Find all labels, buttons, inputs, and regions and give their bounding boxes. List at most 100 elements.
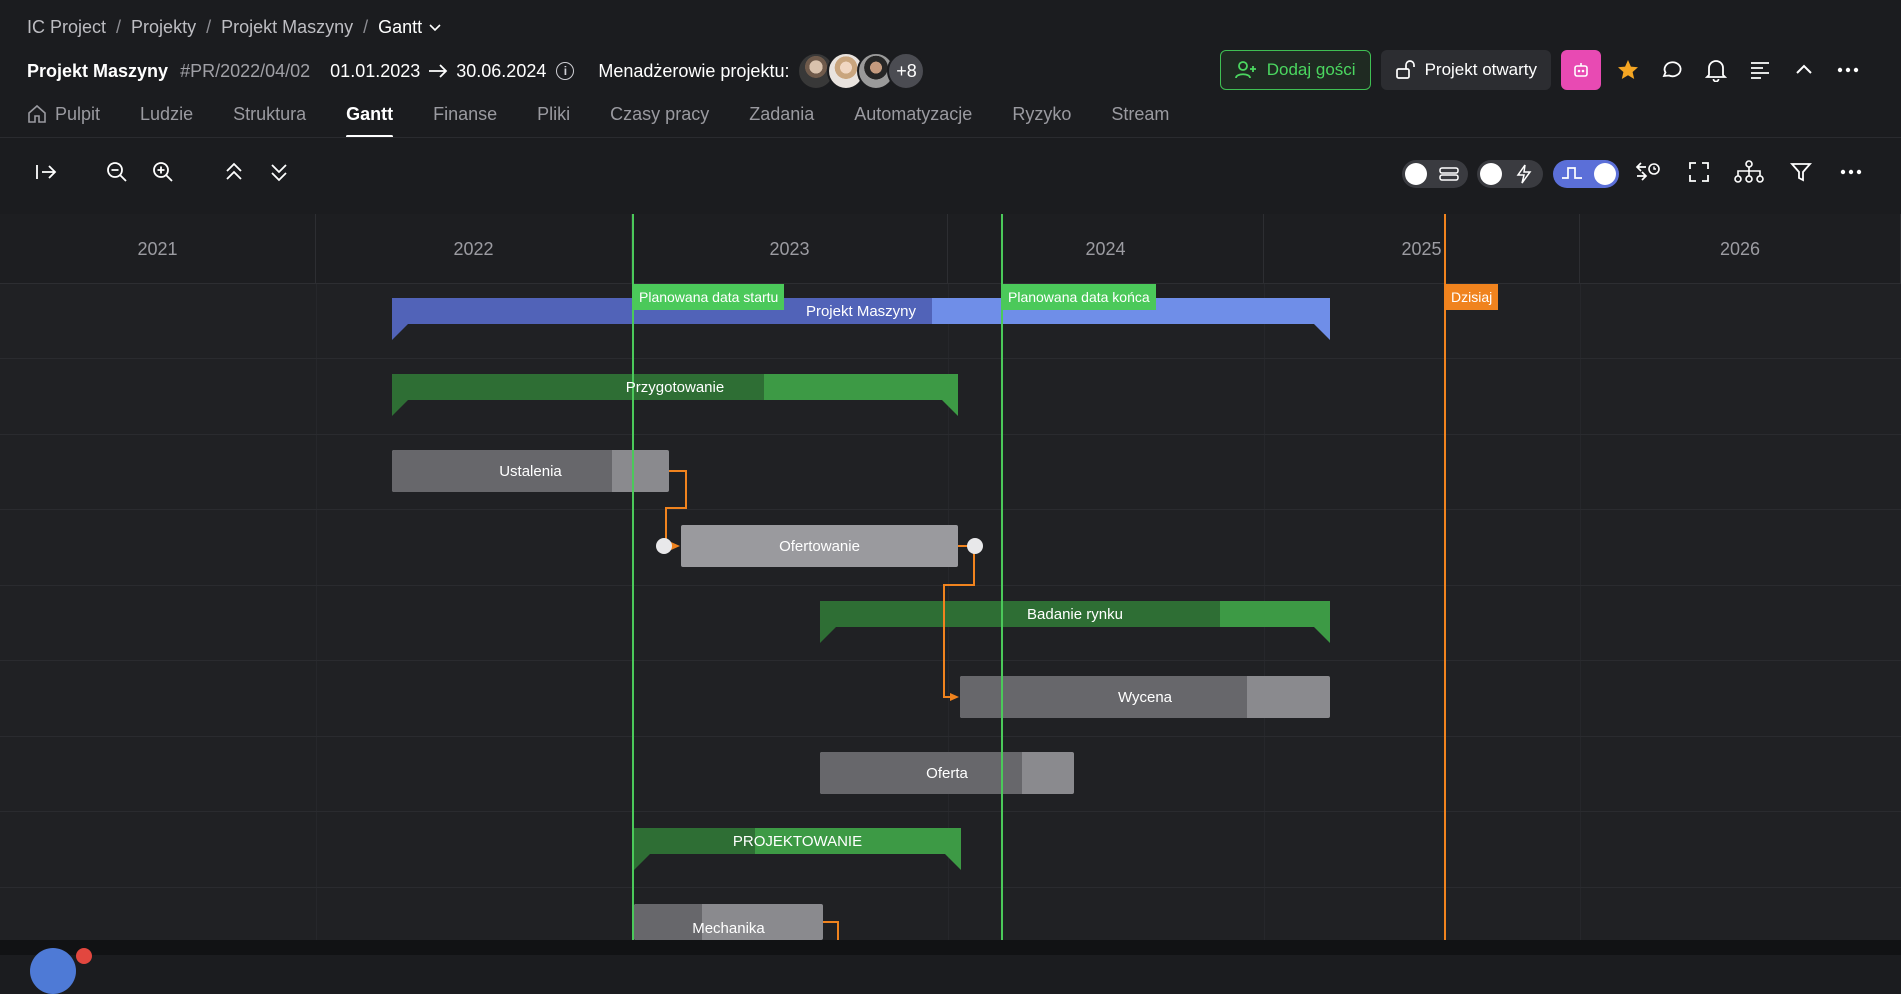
home-icon — [28, 104, 46, 123]
breadcrumb-current-view[interactable]: Gantt — [378, 17, 442, 38]
breadcrumb-projects[interactable]: Projekty — [131, 17, 196, 38]
align-left-icon — [1751, 62, 1769, 79]
chevron-down-icon — [429, 23, 441, 31]
project-end-date: 30.06.2024 — [456, 60, 547, 81]
breadcrumb-separator: / — [363, 17, 369, 37]
header-actions: Dodaj gości Projekt otwarty — [1219, 50, 1865, 90]
zoom-in-icon — [153, 162, 173, 182]
more-horizontal-icon — [1837, 67, 1859, 73]
bar-label: Oferta — [926, 764, 968, 782]
zoom-out-icon — [107, 162, 127, 182]
comments-button[interactable] — [1655, 53, 1689, 87]
tab-label: Zadania — [749, 104, 815, 124]
project-open-label: Projekt otwarty — [1424, 60, 1537, 79]
dependency-links — [665, 470, 975, 940]
history-button[interactable] — [1630, 150, 1666, 194]
tab-label: Czasy pracy — [610, 104, 710, 124]
add-guests-button[interactable]: Dodaj gości — [1219, 50, 1371, 90]
more-managers-badge[interactable]: +8 — [887, 52, 926, 90]
step-line-icon — [1562, 167, 1582, 179]
tab-label: Pliki — [537, 104, 571, 124]
tab-czasy-pracy[interactable]: Czasy pracy — [610, 104, 709, 138]
tab-ludzie[interactable]: Ludzie — [140, 104, 193, 138]
breadcrumb: IC Project / Projekty / Projekt Maszyny … — [27, 17, 442, 38]
filter-button[interactable] — [1783, 150, 1819, 194]
notification-dot — [76, 948, 92, 964]
planned-start-label: Planowana data startu — [633, 284, 785, 310]
tab-label: Gantt — [346, 104, 394, 124]
expand-panel-button[interactable] — [28, 150, 64, 194]
breadcrumb-separator: / — [116, 17, 122, 37]
zoom-out-button[interactable] — [99, 150, 135, 194]
fullscreen-icon — [1689, 162, 1709, 182]
lightning-icon — [1516, 164, 1532, 184]
bar-label: PROJEKTOWANIE — [732, 832, 863, 850]
project-dates: 01.01.2023 30.06.2024 — [330, 61, 546, 82]
tab-label: Ryzyko — [1012, 104, 1072, 124]
critical-path-toggle[interactable] — [1477, 160, 1543, 188]
tab-zadania[interactable]: Zadania — [749, 104, 814, 138]
planned-end-label: Planowana data końca — [1002, 284, 1156, 310]
hierarchy-button[interactable] — [1731, 150, 1767, 194]
project-name: Projekt Maszyny — [27, 60, 169, 81]
toolbar-more-button[interactable] — [1833, 150, 1869, 194]
today-label: Dzisiaj — [1445, 284, 1499, 310]
robot-icon — [1574, 63, 1588, 77]
bar-label: Ustalenia — [499, 462, 562, 480]
tab-pliki[interactable]: Pliki — [537, 104, 570, 138]
star-icon — [1618, 60, 1638, 79]
today-line — [1444, 214, 1446, 940]
chevrons-up-icon — [226, 162, 242, 180]
project-open-button[interactable]: Projekt otwarty — [1380, 50, 1551, 90]
notifications-button[interactable] — [1699, 53, 1733, 87]
header-divider — [0, 137, 1901, 138]
tab-gantt[interactable]: Gantt — [346, 104, 394, 138]
collapse-all-button[interactable] — [216, 150, 252, 194]
arrow-to-right-icon — [36, 165, 57, 179]
breadcrumb-separator: / — [206, 17, 212, 37]
bell-icon — [1705, 60, 1727, 82]
chat-bubble-icon — [1662, 61, 1682, 78]
arrow-right-icon — [429, 64, 448, 78]
more-options-button[interactable] — [1831, 53, 1865, 87]
dependency-handle[interactable] — [967, 538, 983, 554]
dependencies-toggle[interactable] — [1553, 160, 1619, 188]
tab-ryzyko[interactable]: Ryzyko — [1012, 104, 1071, 138]
gantt-chart[interactable]: 2021 2022 2023 2024 2025 2026 Projekt Ma… — [0, 214, 1901, 940]
tab-struktura[interactable]: Struktura — [233, 104, 306, 138]
details-button[interactable] — [1743, 53, 1777, 87]
bar-label: Przygotowanie — [625, 378, 725, 396]
tab-label: Ludzie — [140, 104, 194, 124]
expand-all-button[interactable] — [261, 150, 297, 194]
breadcrumb-project[interactable]: Projekt Maszyny — [221, 17, 353, 38]
unlock-icon — [1395, 60, 1415, 79]
tab-finanse[interactable]: Finanse — [433, 104, 497, 138]
zoom-in-button[interactable] — [145, 150, 181, 194]
collapse-header-button[interactable] — [1787, 53, 1821, 87]
grouping-toggle[interactable] — [1402, 160, 1468, 188]
bar-label: Wycena — [1117, 688, 1173, 706]
tab-label: Stream — [1111, 104, 1170, 124]
breadcrumb-root[interactable]: IC Project — [27, 17, 106, 38]
toggle-knob — [1405, 163, 1427, 185]
tab-automatyzacje[interactable]: Automatyzacje — [854, 104, 972, 138]
tab-pulpit[interactable]: Pulpit — [27, 104, 100, 138]
tab-label: Finanse — [433, 104, 498, 124]
managers-avatars[interactable]: +8 — [797, 52, 926, 90]
chevrons-down-icon — [271, 164, 287, 182]
chevron-up-icon — [1796, 64, 1812, 74]
info-icon[interactable]: i — [556, 62, 575, 80]
managers-label: Menadżerowie projektu: — [598, 60, 790, 81]
bar-label: Ofertowanie — [779, 537, 860, 555]
dependency-handle[interactable] — [656, 538, 672, 554]
toggle-knob — [1594, 163, 1616, 185]
project-code: #PR/2022/04/02 — [180, 60, 311, 81]
fullscreen-button[interactable] — [1681, 150, 1717, 194]
planned-start-line — [632, 214, 634, 940]
favorite-button[interactable] — [1611, 53, 1645, 87]
bar-label: Mechanika — [692, 919, 765, 937]
tab-stream[interactable]: Stream — [1111, 104, 1169, 138]
toggle-list-icon — [1439, 167, 1459, 181]
footer-bar — [0, 940, 1901, 955]
ai-assistant-button[interactable] — [1561, 50, 1601, 90]
